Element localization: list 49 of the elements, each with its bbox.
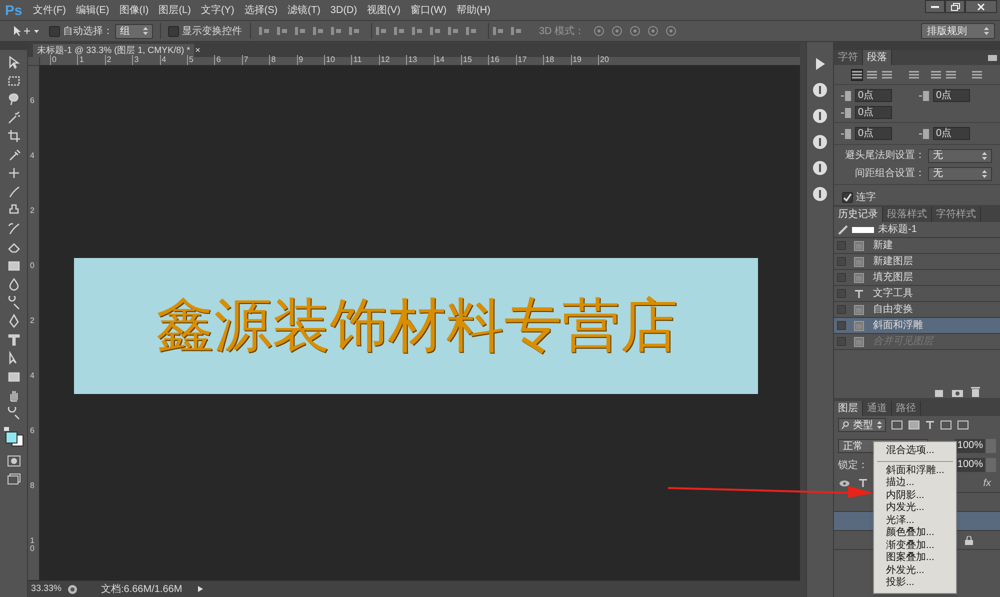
ruler-label: 10 <box>324 55 335 65</box>
checkbox-label: 自动选择： <box>63 24 113 38</box>
checkbox-label: 显示变换控件 <box>182 24 242 38</box>
ruler-label: 16 <box>488 55 500 65</box>
ruler-label: 13 <box>406 55 418 65</box>
checkbox-label: 连字 <box>856 190 876 205</box>
effects-label: fx <box>983 476 991 490</box>
app-logo: Ps <box>5 0 22 20</box>
history-label: 自由变换 <box>873 302 913 317</box>
setting-label: 间距组合设置： <box>855 166 925 181</box>
ruler-label: 10 <box>30 537 36 553</box>
ruler-label: 6 <box>214 55 221 65</box>
ruler-label: 8 <box>30 482 36 490</box>
history-label: 新建图层 <box>873 254 913 269</box>
ruler-label: 2 <box>30 207 36 215</box>
mode-3d-label: 3D 模式： <box>539 24 585 38</box>
ruler-label: 11 <box>351 55 362 65</box>
ruler-label: 20 <box>598 55 609 65</box>
ruler-label: 19 <box>570 55 582 65</box>
ruler-label: 6 <box>30 97 36 105</box>
history-label: 斜面和浮雕 <box>873 318 923 333</box>
ruler-label: 12 <box>378 55 390 65</box>
ruler-label: 7 <box>242 55 248 65</box>
setting-label: 避头尾法则设置： <box>845 148 925 163</box>
history-label: 文字工具 <box>873 286 913 301</box>
history-label: 填充图层 <box>873 270 913 285</box>
document-title: 未标题-1 @ 33.3% (图层 1, CMYK/8) * <box>37 44 190 56</box>
ruler-label: 3 <box>132 55 139 65</box>
ruler-label: 6 <box>30 427 36 435</box>
ruler-label: 8 <box>269 55 276 65</box>
ruler-label: 4 <box>30 372 36 380</box>
lock-label: 锁定： <box>838 458 868 472</box>
zoom-level: 33.33% <box>31 582 63 596</box>
canvas-text: 鑫源装饰材料专营店 <box>156 292 678 360</box>
ruler-label: 2 <box>30 317 36 325</box>
ruler-label: 2 <box>104 55 112 65</box>
ruler-label: 0 <box>50 55 56 65</box>
document-info: 文档:6.66M/1.66M <box>101 582 184 596</box>
ruler-label: 4 <box>30 152 36 160</box>
ruler-label: 15 <box>461 55 472 65</box>
ruler-label: 0 <box>30 262 36 270</box>
ruler-label: 9 <box>296 55 304 65</box>
history-label: 新建 <box>873 238 893 253</box>
ruler-label: 17 <box>516 55 527 65</box>
ruler-label: 1 <box>77 55 84 65</box>
ruler-label: 4 <box>160 55 166 65</box>
ruler-label: 14 <box>434 55 444 65</box>
ruler-label: 18 <box>543 55 554 65</box>
ruler-label: 5 <box>187 55 194 65</box>
